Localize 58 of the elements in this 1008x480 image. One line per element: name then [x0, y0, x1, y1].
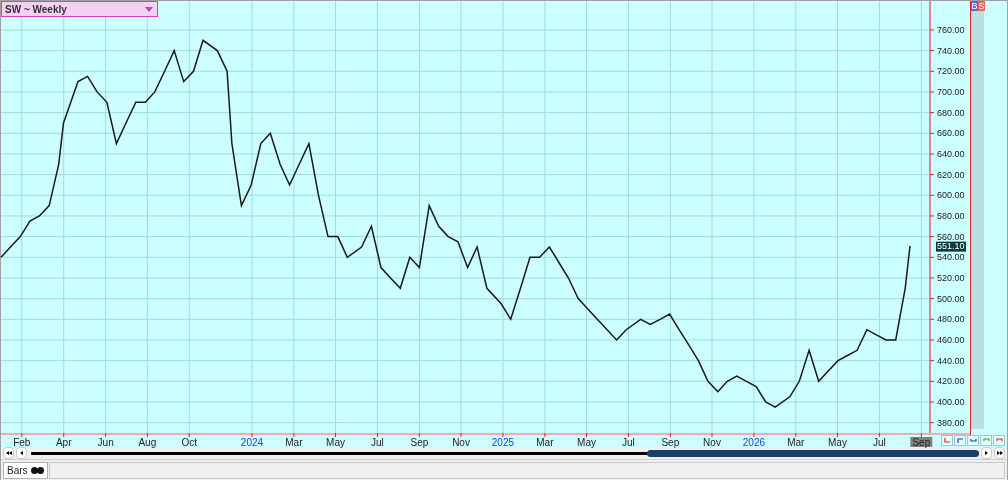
x-tick-label: Jun — [97, 437, 114, 448]
x-tick-label: Mar — [787, 437, 805, 448]
chart-style-tab[interactable]: Bars — [3, 462, 48, 479]
x-tick-label: Aug — [138, 437, 157, 448]
y-tick-label: 660.00 — [937, 128, 965, 139]
current-period-label: Sep — [910, 437, 933, 448]
y-tick-label: 460.00 — [937, 335, 965, 345]
caret-icon — [145, 6, 153, 12]
arrow-right-icon — [985, 451, 988, 455]
y-tick-label: 400.00 — [937, 397, 965, 407]
x-tick-label: Jul — [622, 437, 635, 448]
x-tick-label: Nov — [452, 437, 470, 448]
x-tick-label: Sep — [410, 437, 429, 448]
y-tick-label: 380.00 — [937, 417, 965, 428]
axis-tool-button[interactable] — [941, 435, 953, 446]
y-tick-label: 740.00 — [937, 45, 965, 56]
corner-down-icon — [943, 437, 951, 444]
y-tick-label: 680.00 — [937, 107, 965, 118]
double-arrow-left-icon — [5, 451, 12, 455]
x-tick-label: Oct — [181, 437, 197, 448]
x-tick-label: Mar — [285, 437, 303, 448]
x-tick-label: May — [577, 437, 596, 448]
y-tick-label: 540.00 — [937, 252, 965, 263]
double-arrow-right-icon — [996, 451, 1003, 455]
scrollbar-thumb[interactable] — [647, 449, 979, 457]
y-tick-label: 440.00 — [937, 355, 965, 366]
y-tick-label: 500.00 — [937, 293, 965, 304]
x-tick-label: 2025 — [491, 437, 515, 448]
scrollbar-track[interactable] — [31, 451, 979, 455]
x-tick-label: Mar — [536, 437, 554, 448]
x-tick-label: 2026 — [742, 437, 766, 448]
y-tick-label: 560.00 — [937, 231, 965, 242]
x-tick-label: Apr — [55, 437, 72, 448]
x-tick-label: 2024 — [240, 437, 264, 448]
corner-up-icon — [956, 437, 964, 444]
y-tick-label: 480.00 — [937, 314, 965, 325]
y-tick-label: 520.00 — [937, 273, 965, 283]
symbol-dropdown[interactable]: SW ~ Weekly — [1, 1, 158, 17]
y-tick-label: 640.00 — [937, 148, 965, 159]
axis-tool-button[interactable] — [954, 435, 966, 446]
y-tick-label: 580.00 — [937, 210, 965, 221]
x-tick-label: Jul — [873, 437, 886, 448]
y-tick-label: 420.00 — [937, 376, 965, 387]
x-tick-label: May — [326, 437, 345, 448]
buy-button[interactable]: B — [971, 1, 978, 11]
y-tick-label: 600.00 — [937, 190, 965, 201]
two-dots-icon — [30, 467, 44, 474]
x-tick-label: May — [828, 437, 847, 448]
last-price-label: 551.10 — [936, 241, 966, 252]
x-tick-label: Sep — [661, 437, 680, 448]
x-tick-label: Feb — [13, 437, 31, 448]
y-tick-label: 620.00 — [937, 169, 965, 180]
y-tick-label: 760.00 — [937, 24, 965, 35]
x-tick-label: Nov — [703, 437, 721, 448]
x-tick-label: Jul — [371, 437, 384, 448]
y-tick-label: 720.00 — [937, 66, 965, 77]
y-tick-label: 700.00 — [937, 86, 965, 97]
arrow-left-icon — [20, 451, 23, 455]
